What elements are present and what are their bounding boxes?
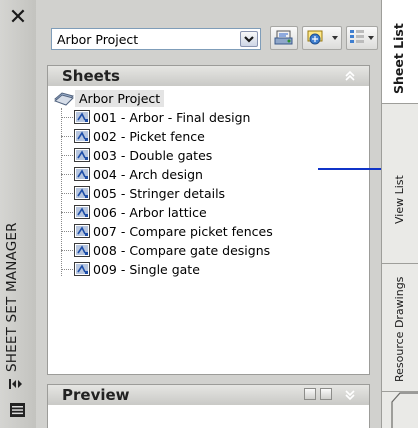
sheet-icon [74, 167, 90, 181]
sheet-selections-button[interactable] [346, 26, 378, 50]
palette-corner [391, 392, 418, 428]
sheet-icon [74, 148, 90, 162]
preview-panel-title: Preview [62, 386, 130, 404]
callout-line [318, 168, 382, 170]
sheet-set-manager-body: Arbor Project Sheets Arbor Project 001 -… [36, 0, 381, 428]
sheet-row[interactable]: 002 - Picket fence [48, 127, 369, 146]
sheet-icon [74, 110, 90, 124]
tab-resource-drawings-label: Resource Drawings [393, 276, 406, 382]
sheet-icon [74, 243, 90, 257]
chevron-down-icon[interactable] [240, 31, 258, 47]
sheet-set-select-value: Arbor Project [57, 32, 139, 47]
sheet-row[interactable]: 008 - Compare gate designs [48, 241, 369, 260]
preview-view-button[interactable] [304, 388, 316, 400]
tab-sheet-list-label: Sheet List [391, 23, 406, 94]
tab-resource-drawings[interactable]: Resource Drawings [382, 264, 418, 392]
details-view-button[interactable] [320, 388, 332, 400]
properties-menu-icon[interactable] [10, 403, 25, 417]
tab-view-list[interactable]: View List [382, 104, 418, 264]
sheet-row[interactable]: 007 - Compare picket fences [48, 222, 369, 241]
sheet-row[interactable]: 003 - Double gates [48, 146, 369, 165]
publish-icon [307, 30, 323, 45]
sheet-icon [74, 129, 90, 143]
sheet-label: 007 - Compare picket fences [93, 224, 273, 239]
title-strip: ✕ SHEET SET MANAGER [0, 0, 37, 428]
sheet-row[interactable]: 009 - Single gate [48, 260, 369, 279]
tab-view-list-label: View List [393, 175, 406, 224]
sheet-row[interactable]: 005 - Stringer details [48, 184, 369, 203]
preview-panel-header: Preview [48, 385, 369, 405]
collapse-up-icon[interactable] [343, 69, 357, 83]
sheet-icon [74, 224, 90, 238]
sheet-label: 002 - Picket fence [93, 129, 205, 144]
sheet-selections-icon [350, 30, 364, 43]
palette-title: SHEET SET MANAGER [4, 222, 20, 372]
sheet-row[interactable]: 001 - Arbor - Final design [48, 108, 369, 127]
sheet-label: 001 - Arbor - Final design [93, 110, 251, 125]
sheet-set-icon [54, 92, 74, 106]
sheet-icon [74, 262, 90, 276]
sheet-row[interactable]: 006 - Arbor lattice [48, 203, 369, 222]
sheet-icon [74, 186, 90, 200]
close-icon[interactable]: ✕ [7, 6, 29, 30]
tab-sheet-list[interactable]: Sheet List [382, 0, 418, 104]
tab-strip: Sheet List View List Resource Drawings [381, 0, 418, 428]
tree-root-label: Arbor Project [75, 90, 165, 107]
sheets-panel: Sheets Arbor Project 001 - Arbor - Final… [47, 65, 370, 375]
sheets-panel-header: Sheets [48, 66, 369, 86]
sheet-set-select[interactable]: Arbor Project [51, 28, 261, 50]
sheet-icon [74, 205, 90, 219]
publish-to-plotter-button[interactable] [270, 26, 298, 50]
plotter-icon [274, 30, 293, 45]
expand-down-icon[interactable] [343, 388, 357, 402]
sheet-label: 003 - Double gates [93, 148, 213, 163]
publish-button[interactable] [302, 26, 342, 50]
sheet-label: 005 - Stringer details [93, 186, 226, 201]
sheets-panel-title: Sheets [62, 67, 120, 85]
preview-panel: Preview [47, 384, 370, 428]
sheet-label: 009 - Single gate [93, 262, 200, 277]
sheet-label: 004 - Arch design [93, 167, 203, 182]
autohide-icon[interactable] [9, 377, 25, 391]
sheet-label: 008 - Compare gate designs [93, 243, 271, 258]
sheet-label: 006 - Arbor lattice [93, 205, 207, 220]
